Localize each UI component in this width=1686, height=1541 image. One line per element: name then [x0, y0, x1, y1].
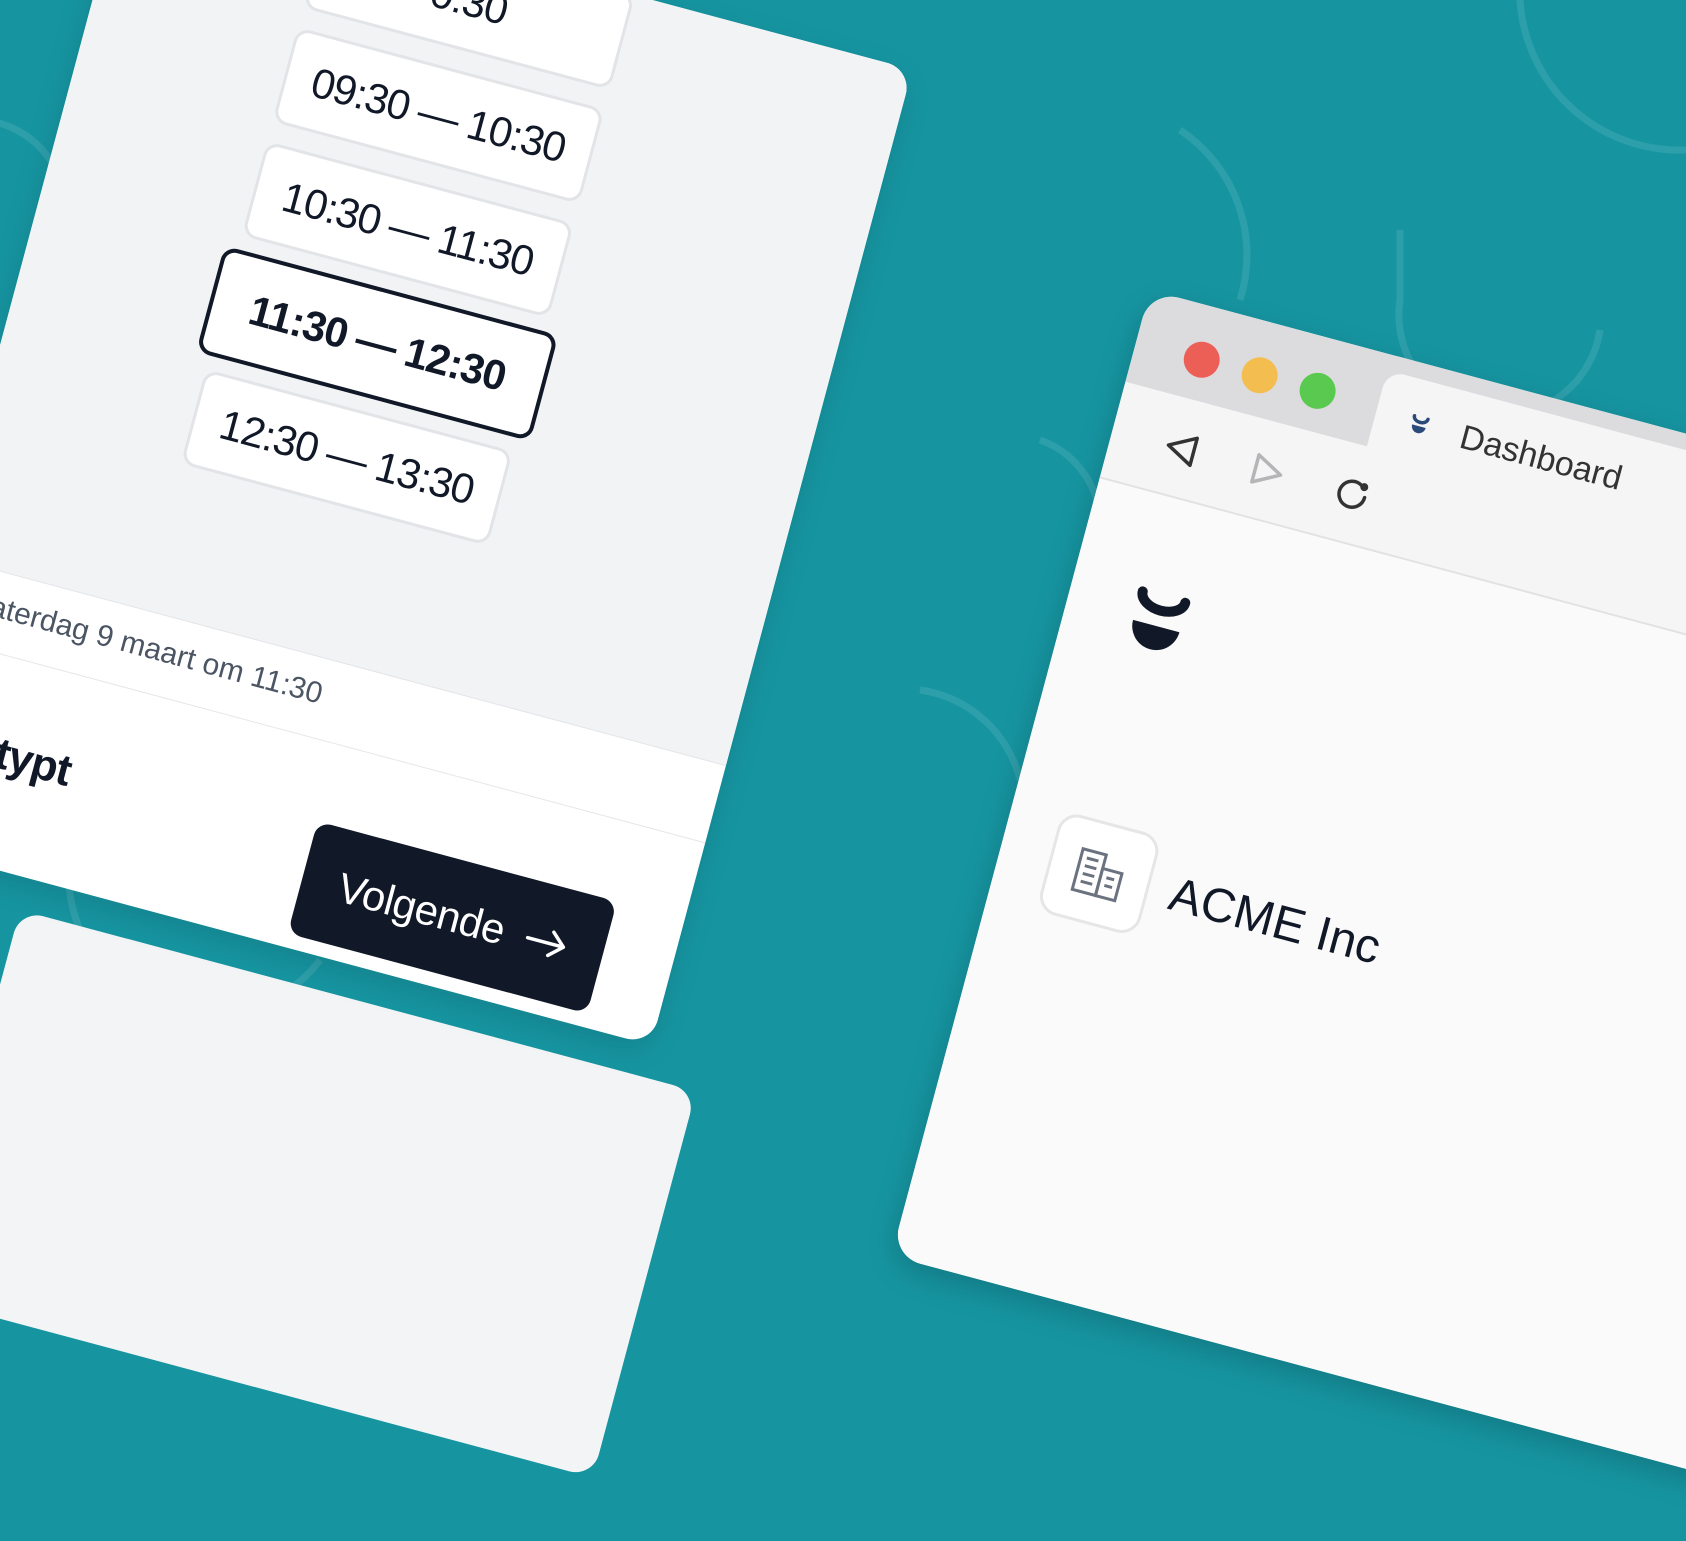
- stypt-favicon-icon: [1411, 413, 1430, 434]
- brand: stypt: [0, 713, 76, 797]
- stypt-logo-icon: [1132, 586, 1191, 651]
- arrow-right-icon: [525, 930, 565, 958]
- close-window-button[interactable]: [1179, 337, 1224, 382]
- time-slot-separator: —: [412, 87, 465, 144]
- maximize-window-button[interactable]: [1295, 368, 1340, 413]
- time-slot-list: 0:30 09:30 — 10:30 10:30 — 11:30 11:30 —…: [175, 0, 636, 568]
- back-icon[interactable]: [1158, 424, 1207, 473]
- time-slot-start: 12:30: [214, 400, 324, 472]
- time-slot-end: 11:30: [432, 214, 539, 286]
- time-slot-end: 12:30: [399, 327, 511, 400]
- time-slot-separator: —: [383, 201, 436, 258]
- time-slot-separator: —: [320, 428, 373, 485]
- forward-icon[interactable]: [1243, 447, 1292, 496]
- time-slot-end: 0:30: [425, 0, 513, 34]
- time-slot-end: 10:30: [461, 100, 571, 172]
- organization-name: ACME Inc: [1163, 867, 1387, 975]
- reload-icon[interactable]: [1328, 470, 1377, 519]
- time-slot-separator: —: [350, 314, 403, 371]
- brand-name: stypt: [0, 722, 77, 796]
- next-button-label: Volgende: [332, 863, 511, 954]
- minimize-window-button[interactable]: [1237, 353, 1282, 398]
- time-slot-start: 11:30: [244, 286, 353, 358]
- time-slot-start: 09:30: [306, 58, 416, 130]
- time-slot-start: 10:30: [277, 172, 387, 245]
- organization-item[interactable]: ACME Inc: [1035, 810, 1392, 999]
- time-slot-end: 13:30: [370, 442, 480, 514]
- building-icon: [1035, 810, 1163, 938]
